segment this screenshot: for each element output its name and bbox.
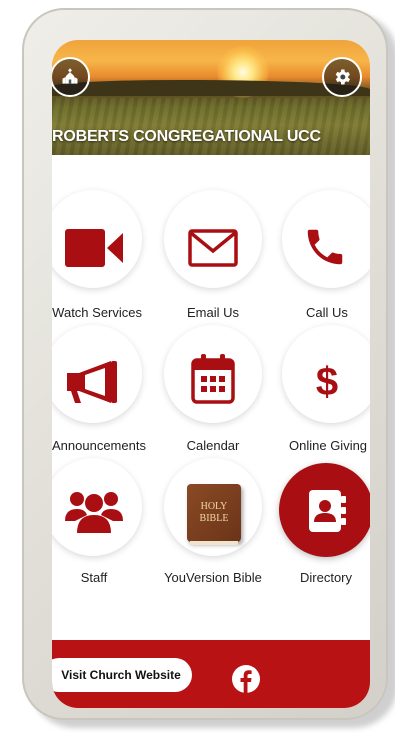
tile-label: Directory <box>300 570 353 585</box>
calendar-icon <box>190 353 236 405</box>
visit-church-website-button[interactable]: Visit Church Website <box>52 658 192 692</box>
bible-icon: HOLY BIBLE <box>186 482 242 545</box>
gear-icon <box>335 69 350 85</box>
bible-cover: HOLY BIBLE <box>187 484 241 545</box>
tile-label: Call Us <box>306 305 348 320</box>
header-banner: ROBERTS CONGREGATIONAL UCC <box>52 40 370 155</box>
field <box>52 98 370 155</box>
bible-cover-line1: HOLY <box>200 501 228 512</box>
bible-cover-line2: BIBLE <box>199 513 229 524</box>
address-book-icon <box>305 487 349 535</box>
envelope-icon <box>183 226 243 270</box>
tile-label: YouVersion Bible <box>164 570 262 585</box>
tile-label: Announcements <box>52 438 146 453</box>
svg-text:$: $ <box>316 360 338 403</box>
church-icon <box>62 68 78 84</box>
people-icon <box>64 486 124 536</box>
footer-bar: Visit Church Website <box>52 640 370 708</box>
facebook-icon[interactable] <box>232 665 260 693</box>
app-screen: ROBERTS CONGREGATIONAL UCC Watch Service… <box>52 40 370 708</box>
church-title: ROBERTS CONGREGATIONAL UCC <box>52 128 321 145</box>
dollar-icon: $ <box>307 358 347 404</box>
tile-label: Watch Services <box>52 305 142 320</box>
settings-button[interactable] <box>322 57 362 97</box>
video-camera-icon <box>64 226 124 270</box>
tile-label: Online Giving <box>289 438 368 453</box>
megaphone-icon <box>64 357 124 407</box>
tile-label: Staff <box>80 570 108 585</box>
tile-label: Calendar <box>186 438 240 453</box>
phone-icon <box>300 222 350 272</box>
tile-label: Email Us <box>186 305 239 320</box>
